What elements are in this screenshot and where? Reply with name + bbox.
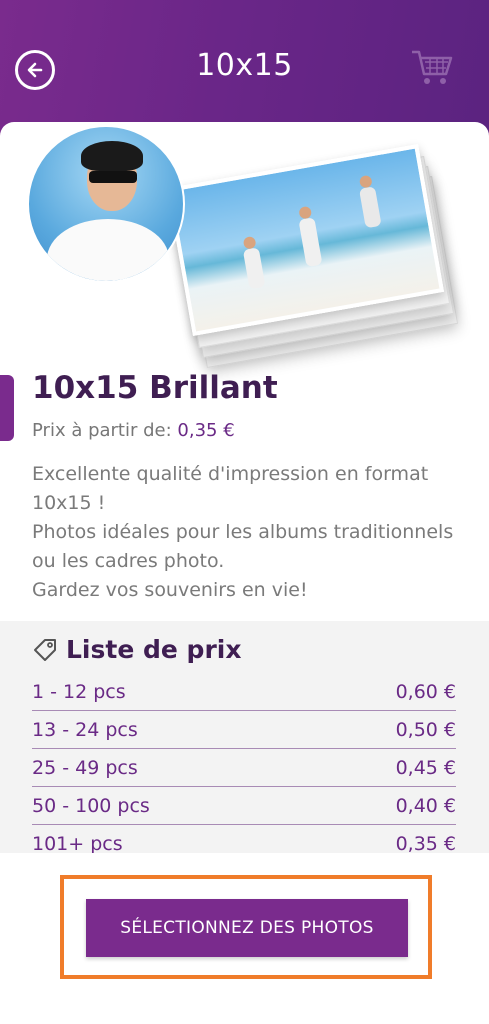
price-list-title: Liste de prix bbox=[66, 635, 242, 664]
quantity-range: 25 - 49 pcs bbox=[32, 756, 138, 779]
unit-price: 0,50 € bbox=[395, 718, 456, 741]
unit-price: 0,60 € bbox=[395, 680, 456, 703]
product-description: Excellente qualité d'impression en forma… bbox=[32, 460, 472, 605]
bottom-action-area: SÉLECTIONNEZ DES PHOTOS bbox=[0, 853, 489, 1023]
price-tag-icon bbox=[34, 638, 56, 661]
unit-price: 0,35 € bbox=[395, 832, 456, 854]
price-row: 101+ pcs 0,35 € bbox=[32, 825, 456, 854]
quantity-range: 101+ pcs bbox=[32, 832, 123, 854]
accent-bar bbox=[0, 375, 14, 441]
price-value: 0,35 € bbox=[177, 420, 235, 441]
avatar bbox=[27, 125, 185, 283]
price-prefix: Prix à partir de: bbox=[32, 420, 172, 441]
unit-price: 0,40 € bbox=[395, 794, 456, 817]
starting-price: Prix à partir de: 0,35 € bbox=[32, 420, 235, 441]
quantity-range: 13 - 24 pcs bbox=[32, 718, 138, 741]
quantity-range: 1 - 12 pcs bbox=[32, 680, 126, 703]
quantity-range: 50 - 100 pcs bbox=[32, 794, 150, 817]
select-photos-button[interactable]: SÉLECTIONNEZ DES PHOTOS bbox=[86, 899, 408, 957]
price-list-header: Liste de prix bbox=[32, 635, 241, 664]
unit-price: 0,45 € bbox=[395, 756, 456, 779]
price-list: Liste de prix 1 - 12 pcs 0,60 € 13 - 24 … bbox=[0, 621, 489, 853]
cart-button[interactable] bbox=[410, 48, 454, 88]
description-line: Photos idéales pour les albums tradition… bbox=[32, 521, 454, 572]
price-row: 1 - 12 pcs 0,60 € bbox=[32, 673, 456, 711]
price-row: 25 - 49 pcs 0,45 € bbox=[32, 749, 456, 787]
photo-prints-stack bbox=[160, 127, 459, 369]
price-list-rows: 1 - 12 pcs 0,60 € 13 - 24 pcs 0,50 € 25 … bbox=[32, 673, 456, 853]
description-line: Gardez vos souvenirs en vie! bbox=[32, 579, 308, 601]
product-card: 10x15 Brillant Prix à partir de: 0,35 € … bbox=[0, 122, 489, 1024]
price-row: 50 - 100 pcs 0,40 € bbox=[32, 787, 456, 825]
product-hero-image bbox=[0, 122, 489, 369]
shopping-cart-icon bbox=[412, 50, 453, 84]
price-row: 13 - 24 pcs 0,50 € bbox=[32, 711, 456, 749]
product-title: 10x15 Brillant bbox=[32, 370, 278, 406]
description-line: Excellente qualité d'impression en forma… bbox=[32, 463, 429, 514]
